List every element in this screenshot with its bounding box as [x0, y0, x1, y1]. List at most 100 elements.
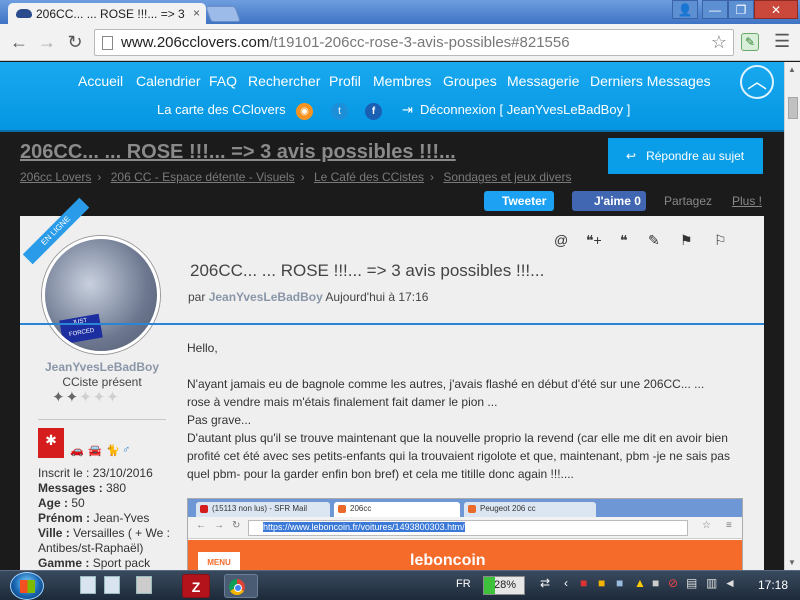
embedded-screenshot[interactable]: (15113 non lus) - SFR Mail 206cc Peugeot… [187, 498, 743, 576]
range-label: Gamme : [38, 556, 90, 570]
post-greeting: Hello, [187, 341, 218, 355]
address-bar[interactable]: www.206cclovers.com/t19101-206cc-rose-3-… [94, 29, 734, 56]
tray-icon[interactable]: ▲ [634, 576, 648, 592]
nav-item-accueil[interactable]: Accueil [78, 73, 123, 89]
tray-icon[interactable]: ▤ [686, 576, 700, 592]
battery-percent: 28% [494, 579, 517, 591]
nav-item-logout[interactable]: Déconnexion [ JeanYvesLeBadBoy ] [420, 102, 630, 117]
tray-icon[interactable]: ■ [598, 576, 612, 592]
moderate-flag-icon[interactable]: ⚐ [714, 232, 727, 249]
tray-arrow-icon[interactable]: ‹ [564, 576, 578, 592]
tweet-button[interactable]: Tweeter [484, 191, 554, 211]
chrome-taskbar-icon[interactable] [224, 574, 258, 598]
battery-indicator[interactable]: 28% [483, 576, 525, 595]
minimize-button[interactable]: — [702, 0, 728, 19]
edit-pencil-icon[interactable]: ✎ [648, 232, 660, 249]
browser-tab[interactable]: 206CC... ... ROSE !!!... => 3 × [8, 3, 206, 24]
bookmark-star-icon[interactable]: ☆ [711, 32, 727, 53]
topic-title[interactable]: 206CC... ... ROSE !!!... => 3 avis possi… [20, 141, 456, 164]
show-desktop-icon[interactable] [80, 576, 96, 594]
post-date: Aujourd'hui à 17:16 [325, 290, 429, 304]
cat-badge-icon: 🐈 [106, 445, 120, 457]
range-value: Sport pack [92, 556, 151, 570]
breadcrumb-separator-icon: › [97, 170, 102, 184]
quote-icon[interactable]: ❝ [620, 232, 628, 249]
chrome-menu-icon[interactable]: ☰ [774, 31, 790, 52]
reply-button[interactable]: ↩ Répondre au sujet [608, 138, 763, 174]
nav-item-rechercher[interactable]: Rechercher [248, 73, 320, 89]
messages-label: Messages : [38, 481, 103, 495]
breadcrumb-item[interactable]: 206cc Lovers [20, 170, 91, 184]
volume-icon[interactable]: ◄ [724, 576, 738, 592]
battery-level-icon [484, 577, 495, 594]
tray-icon[interactable]: ■ [580, 576, 594, 592]
user-profile-icon[interactable]: 👤 [672, 0, 698, 19]
rss-icon[interactable]: ◉ [296, 103, 313, 120]
nav-item-calendrier[interactable]: Calendrier [136, 73, 201, 89]
twitter-icon[interactable]: t [331, 103, 348, 120]
scroll-down-icon[interactable]: ▼ [788, 558, 796, 567]
scroll-top-icon[interactable]: ︿ [740, 65, 774, 99]
more-share-link[interactable]: Plus ! [732, 194, 762, 208]
breadcrumb-item[interactable]: Sondages et jeux divers [443, 170, 571, 184]
extension-icon[interactable]: ✎ [741, 33, 759, 51]
nav-item-messagerie[interactable]: Messagerie [507, 73, 579, 89]
mention-icon[interactable]: @ [554, 232, 568, 248]
back-arrow-icon[interactable]: ← [8, 32, 30, 53]
reply-arrow-icon: ↩ [626, 149, 647, 163]
logout-icon: ⇥ [402, 102, 413, 117]
new-tab-button[interactable] [205, 6, 241, 22]
nav-item-profil[interactable]: Profil [329, 73, 361, 89]
tab-close-icon[interactable]: × [193, 6, 200, 20]
forward-arrow-icon[interactable]: → [36, 32, 58, 53]
nav-item-carte[interactable]: La carte des CClovers [157, 102, 286, 117]
filezilla-taskbar-icon[interactable]: Z [182, 574, 210, 598]
screenshot-back-icon: ← [196, 520, 206, 531]
post-header-divider [20, 323, 764, 325]
nav-item-faq[interactable]: FAQ [209, 73, 237, 89]
car-badge-icon: 🚘 [88, 445, 102, 457]
clock[interactable]: 17:18 [758, 578, 788, 592]
page-scrollbar[interactable]: ▲ ▼ [784, 62, 800, 570]
explorer-icon[interactable] [104, 576, 120, 594]
facebook-like-button[interactable]: J'aime 0 [572, 191, 646, 211]
close-window-button[interactable]: ✕ [754, 0, 798, 19]
scroll-thumb[interactable] [788, 97, 798, 119]
age-label: Age : [38, 496, 68, 510]
profile-divider [38, 419, 166, 420]
multiquote-icon[interactable]: ❝+ [586, 232, 602, 249]
language-indicator[interactable]: FR [456, 578, 471, 590]
nav-item-derniers-messages[interactable]: Derniers Messages [590, 73, 711, 89]
tray-icon[interactable]: ⊘ [668, 576, 682, 592]
tray-icon[interactable]: ■ [616, 576, 630, 592]
post-meta-by: par [188, 290, 206, 304]
url-path: /t19101-206cc-rose-3-avis-possibles#8215… [269, 34, 570, 51]
app-icon[interactable] [136, 576, 152, 594]
screenshot-menu-icon: ≡ [726, 520, 732, 531]
avatar[interactable]: JUST FORCED [42, 236, 160, 354]
profile-info: Inscrit le : 23/10/2016 Messages : 380 A… [38, 466, 170, 571]
registered-value: 23/10/2016 [92, 466, 153, 480]
screenshot-star-icon: ☆ [702, 520, 711, 531]
red-badge-icon: ✱ [38, 428, 64, 458]
nav-item-membres[interactable]: Membres [373, 73, 431, 89]
maximize-button[interactable]: ❐ [728, 0, 754, 19]
start-button[interactable] [10, 572, 44, 600]
nav-item-groupes[interactable]: Groupes [443, 73, 497, 89]
network-icon[interactable]: ▥ [706, 576, 720, 592]
facebook-icon[interactable]: f [365, 103, 382, 120]
post-paragraph: N'ayant jamais eu de bagnole comme les a… [187, 377, 705, 391]
tray-icon[interactable]: ■ [652, 576, 666, 592]
reload-icon[interactable]: ↻ [64, 32, 86, 53]
breadcrumb-item[interactable]: 206 CC - Espace détente - Visuels [111, 170, 295, 184]
site-navigation: Accueil Calendrier FAQ Rechercher Profil… [0, 62, 784, 132]
screenshot-tabs: (15113 non lus) - SFR Mail 206cc Peugeot… [188, 499, 742, 517]
tray-icon[interactable]: ⇄ [540, 576, 554, 592]
post-username[interactable]: JeanYvesLeBadBoy [20, 360, 184, 374]
messages-value: 380 [106, 481, 127, 495]
screenshot-forward-icon: → [214, 520, 224, 531]
scroll-up-icon[interactable]: ▲ [788, 65, 796, 74]
report-flag-icon[interactable]: ⚑ [680, 232, 693, 249]
breadcrumb-item[interactable]: Le Café des CCistes [314, 170, 424, 184]
post-author[interactable]: JeanYvesLeBadBoy [209, 290, 323, 304]
